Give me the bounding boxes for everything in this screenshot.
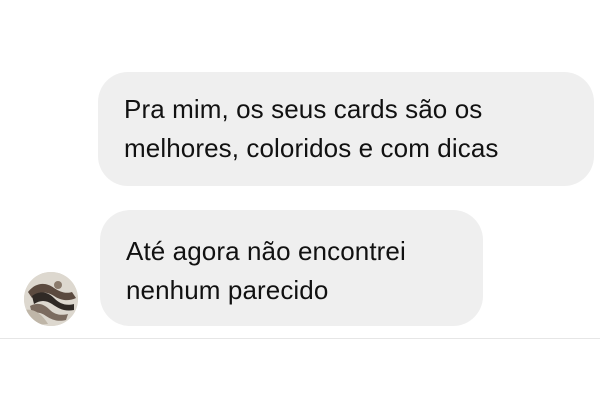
message-line: Pra mim, os seus cards são os: [124, 94, 483, 124]
message-line: nenhum parecido: [126, 275, 329, 305]
user-avatar-icon[interactable]: [24, 272, 78, 326]
message-line: melhores, coloridos e com dicas: [124, 133, 499, 163]
message-bubble-received[interactable]: Até agora não encontrei nenhum parecido: [100, 210, 483, 326]
message-line: Até agora não encontrei: [126, 236, 406, 266]
chat-thread: Pra mim, os seus cards são os melhores, …: [0, 0, 600, 340]
composer-area: [0, 339, 600, 400]
message-bubble-sent[interactable]: Pra mim, os seus cards são os melhores, …: [98, 72, 594, 186]
avatar-image: [24, 272, 78, 326]
